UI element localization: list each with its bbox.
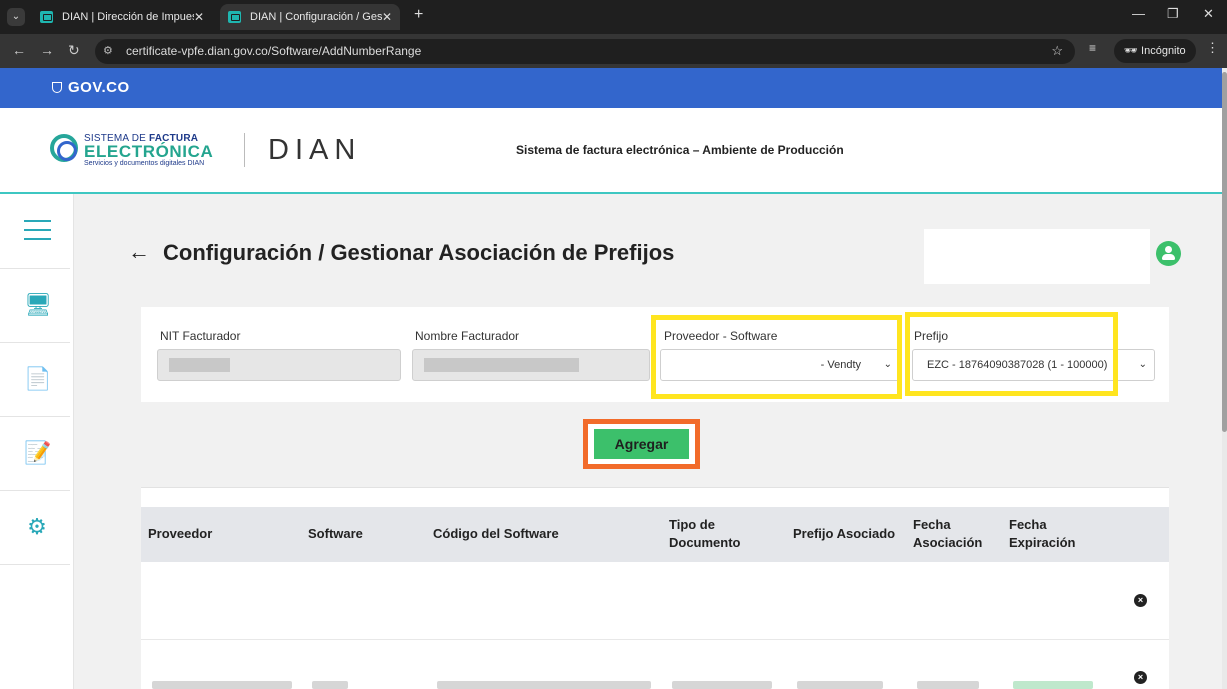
incognito-label: Incógnito xyxy=(1141,45,1186,57)
logo-line3: Servicios y documentos digitales DIAN xyxy=(84,160,205,167)
close-window-icon[interactable]: ✕ xyxy=(1203,6,1214,22)
redacted-cell xyxy=(152,681,292,689)
sidebar: 🖥 📄 📝 ⚙ xyxy=(0,194,74,689)
gov-logo-text: GOV.CO xyxy=(68,79,130,96)
back-arrow-icon[interactable]: ← xyxy=(128,239,150,265)
gov-logo[interactable]: GOV.CO xyxy=(52,79,130,96)
row-divider xyxy=(141,639,1098,640)
site-header: SISTEMA DE FACTURA ELECTRÓNICA Servicios… xyxy=(0,108,1222,194)
nit-label: NIT Facturador xyxy=(160,329,241,343)
status-badge xyxy=(1013,681,1093,689)
col-codigo: Código del Software xyxy=(433,526,559,541)
redacted-cell xyxy=(672,681,772,689)
highlight-proveedor xyxy=(651,315,902,399)
user-info-box xyxy=(924,229,1150,284)
col-fecha-asociacion: Fecha Asociación xyxy=(913,517,983,550)
logo-line2: ELECTRÓNICA xyxy=(84,142,214,161)
system-name: Sistema de factura electrónica – Ambient… xyxy=(516,143,844,157)
highlight-agregar: Agregar xyxy=(583,419,700,469)
redacted-cell xyxy=(797,681,883,689)
nombre-field xyxy=(412,349,650,381)
browser-menu-icon[interactable]: ⋮ xyxy=(1206,40,1219,56)
dian-logo: DIAN xyxy=(268,134,362,166)
user-avatar-icon[interactable] xyxy=(1156,241,1181,266)
url-text: certificate-vpfe.dian.gov.co/Software/Ad… xyxy=(126,44,422,58)
col-software: Software xyxy=(308,526,363,541)
gov-bar: GOV.CO xyxy=(0,68,1222,108)
row-divider xyxy=(1098,639,1169,640)
nit-field xyxy=(157,349,401,381)
browser-tab-dian-home[interactable]: DIAN | Dirección de Impuestos ✕ xyxy=(32,4,212,30)
sidebar-item-documents[interactable]: 📄 xyxy=(0,342,70,417)
hamburger-icon xyxy=(24,220,51,247)
close-tab-icon[interactable]: ✕ xyxy=(382,4,392,30)
factura-electronica-logo[interactable]: SISTEMA DE FACTURA ELECTRÓNICA Servicios… xyxy=(84,133,213,167)
close-tab-icon[interactable]: ✕ xyxy=(194,4,204,30)
redacted-value xyxy=(169,358,230,372)
forward-icon[interactable]: → xyxy=(40,42,54,58)
media-controls-icon[interactable]: ≡ xyxy=(1089,41,1096,55)
sidebar-item-settings[interactable]: ⚙ xyxy=(0,490,70,565)
col-prefijo: Prefijo Asociado xyxy=(793,526,896,541)
certificate-edit-icon: 📝 xyxy=(24,440,52,465)
page-scrollbar-thumb[interactable] xyxy=(1222,72,1227,432)
incognito-icon: 🕶 xyxy=(1124,45,1142,57)
reload-icon[interactable]: ↻ xyxy=(68,42,80,59)
col-fecha-expiracion: Fecha Expiración xyxy=(1009,517,1076,550)
header-divider xyxy=(244,133,245,167)
nombre-label: Nombre Facturador xyxy=(415,329,520,343)
tab-title: DIAN | Configuración / Gestiona xyxy=(250,11,382,23)
highlight-prefijo xyxy=(905,312,1118,396)
chevron-down-icon: ⌄ xyxy=(1138,359,1147,370)
minimize-icon[interactable]: — xyxy=(1132,6,1145,21)
sidebar-item-certificates[interactable]: 📝 xyxy=(0,416,70,491)
redacted-cell xyxy=(312,681,348,689)
sidebar-menu-toggle[interactable] xyxy=(0,194,70,269)
back-icon[interactable]: ← xyxy=(12,42,26,58)
tab-favicon-icon xyxy=(228,11,241,23)
monitor-chart-icon: 🖥 xyxy=(24,292,52,317)
restore-icon[interactable]: ❐ xyxy=(1167,6,1179,22)
tab-favicon-icon xyxy=(40,11,53,23)
factura-electronica-logo-icon xyxy=(50,134,78,162)
col-proveedor: Proveedor xyxy=(148,526,213,541)
browser-tab-configuracion[interactable]: DIAN | Configuración / Gestiona ✕ xyxy=(220,4,400,30)
address-bar[interactable]: ⚙ certificate-vpfe.dian.gov.co/Software/… xyxy=(95,39,1075,64)
sidebar-item-dashboard[interactable]: 🖥 xyxy=(0,268,70,343)
gear-icon: ⚙ xyxy=(27,514,47,539)
document-icon: 📄 xyxy=(24,366,52,391)
remove-row-icon[interactable]: × xyxy=(1134,594,1147,607)
bookmark-star-icon[interactable]: ☆ xyxy=(1051,43,1063,59)
redacted-value xyxy=(424,358,579,372)
tab-title: DIAN | Dirección de Impuestos xyxy=(62,11,194,23)
site-info-icon[interactable]: ⚙ xyxy=(103,44,113,57)
agregar-button[interactable]: Agregar xyxy=(594,429,689,459)
tab-search-icon[interactable]: ⌄ xyxy=(7,8,25,26)
new-tab-icon[interactable]: + xyxy=(414,6,423,24)
col-tipo: Tipo de Documento xyxy=(669,517,741,550)
page-title: Configuración / Gestionar Asociación de … xyxy=(163,240,675,265)
remove-row-icon[interactable]: × xyxy=(1134,671,1147,684)
incognito-badge[interactable]: 🕶 Incógnito xyxy=(1114,39,1196,63)
browser-toolbar: ← → ↻ ⚙ certificate-vpfe.dian.gov.co/Sof… xyxy=(0,34,1227,68)
redacted-cell xyxy=(437,681,651,689)
redacted-cell xyxy=(917,681,979,689)
gov-shield-icon xyxy=(52,82,62,93)
browser-tab-strip: ⌄ DIAN | Dirección de Impuestos ✕ DIAN |… xyxy=(0,0,1227,34)
